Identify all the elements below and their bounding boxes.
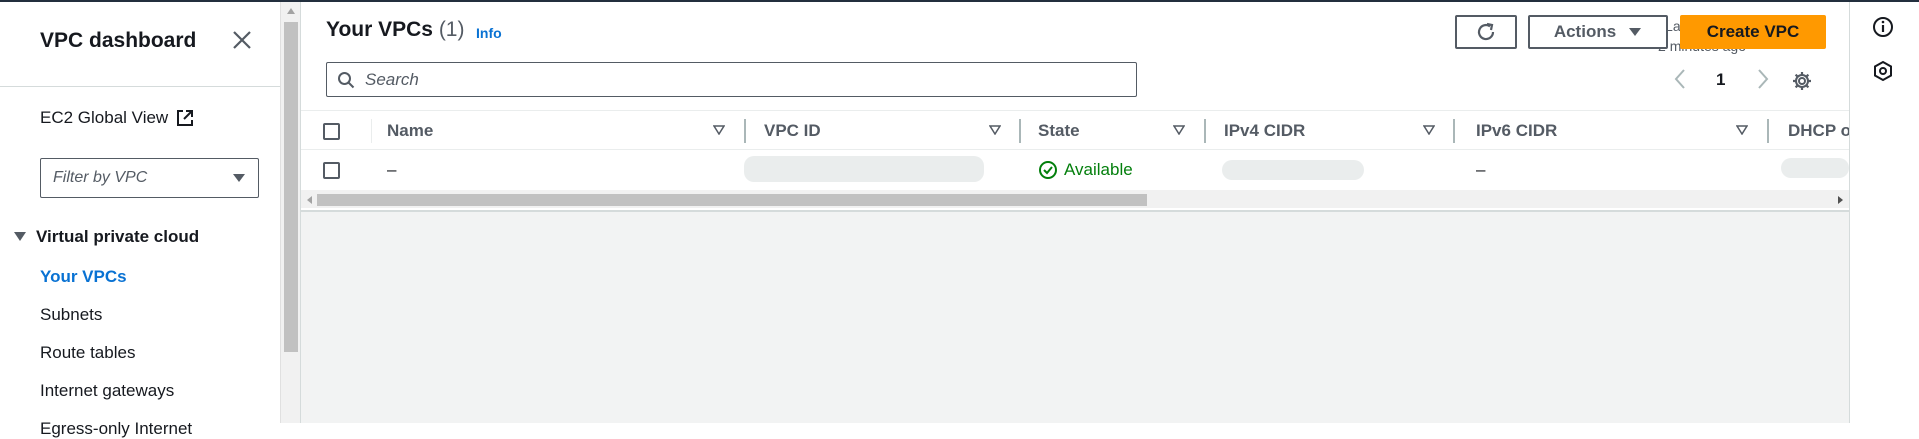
sidebar-item-egress-only-internet[interactable]: Egress-only Internet xyxy=(40,419,192,439)
chevron-right-icon xyxy=(1758,69,1769,89)
vpcs-table-panel: Your VPCs (1) Info Last updated 2 minute… xyxy=(301,2,1849,212)
refresh-button[interactable] xyxy=(1455,15,1517,49)
sort-icon[interactable] xyxy=(989,125,1001,135)
check-circle-icon xyxy=(1039,161,1057,179)
sidebar: VPC dashboard EC2 Global View Filter by … xyxy=(0,2,280,438)
gear-icon xyxy=(1793,72,1811,90)
current-page-number[interactable]: 1 xyxy=(1716,70,1725,90)
scrollbar-thumb[interactable] xyxy=(317,194,1147,206)
sidebar-item-route-tables[interactable]: Route tables xyxy=(40,343,135,363)
column-resizer[interactable] xyxy=(1019,119,1021,143)
column-resizer[interactable] xyxy=(1767,119,1769,143)
select-all-checkbox[interactable] xyxy=(323,122,340,140)
next-page-button[interactable] xyxy=(1756,68,1770,90)
refresh-icon xyxy=(1477,22,1495,41)
column-header-ipv4-cidr[interactable]: IPv4 CIDR xyxy=(1224,111,1305,151)
external-link-icon xyxy=(177,110,194,126)
sidebar-title: VPC dashboard xyxy=(40,29,197,52)
sort-icon[interactable] xyxy=(1736,125,1748,135)
right-tools-rail xyxy=(1849,2,1919,423)
column-header-state[interactable]: State xyxy=(1038,111,1080,151)
filter-by-vpc-placeholder: Filter by VPC xyxy=(53,169,148,186)
column-resizer[interactable] xyxy=(1204,119,1206,143)
create-vpc-button[interactable]: Create VPC xyxy=(1680,15,1826,49)
scroll-up-arrow[interactable] xyxy=(287,8,295,14)
column-resizer[interactable] xyxy=(744,119,746,143)
select-all-cell xyxy=(323,111,340,151)
info-panel-button[interactable] xyxy=(1872,16,1894,43)
cell-ipv6: – xyxy=(1476,160,1486,179)
page-title-text: Your VPCs xyxy=(326,18,433,41)
scroll-right-arrow[interactable] xyxy=(1838,196,1843,204)
column-resizer[interactable] xyxy=(1453,119,1455,143)
page-title: Your VPCs (1) xyxy=(326,18,464,42)
info-icon xyxy=(1873,17,1893,37)
column-divider xyxy=(371,119,372,143)
filter-by-vpc-select[interactable]: Filter by VPC xyxy=(40,158,259,198)
column-header-dhcp[interactable]: DHCP o xyxy=(1788,111,1849,151)
scroll-left-arrow[interactable] xyxy=(307,196,312,204)
column-header-name[interactable]: Name xyxy=(387,111,433,151)
table-header: Name VPC ID State IPv4 CIDR IPv6 CIDR DH… xyxy=(301,110,1849,150)
sidebar-item-your-vpcs[interactable]: Your VPCs xyxy=(40,267,127,287)
caret-down-icon xyxy=(1629,28,1642,36)
chevron-left-icon xyxy=(1674,69,1685,89)
row-checkbox[interactable] xyxy=(323,161,340,179)
scrollbar-thumb[interactable] xyxy=(284,22,298,352)
column-header-ipv6-cidr[interactable]: IPv6 CIDR xyxy=(1476,111,1557,151)
table-preferences-button[interactable] xyxy=(1791,70,1813,97)
hexagon-icon xyxy=(1874,60,1892,82)
info-link[interactable]: Info xyxy=(476,25,502,41)
table-row[interactable]: – Available – xyxy=(301,150,1849,190)
sidebar-section-virtual-private-cloud[interactable]: Virtual private cloud xyxy=(14,227,199,247)
cell-name: – xyxy=(387,160,397,179)
search-box[interactable] xyxy=(326,62,1137,97)
sidebar-item-subnets[interactable]: Subnets xyxy=(40,305,102,325)
table-horizontal-scrollbar[interactable] xyxy=(301,190,1849,208)
caret-down-icon xyxy=(233,174,245,182)
help-panel-button[interactable] xyxy=(1872,60,1894,87)
column-header-vpc-id[interactable]: VPC ID xyxy=(764,111,821,151)
row-select-cell xyxy=(323,150,340,190)
main-content: Your VPCs (1) Info Last updated 2 minute… xyxy=(300,2,1849,423)
actions-button[interactable]: Actions xyxy=(1528,15,1668,49)
cell-state: Available xyxy=(1038,150,1133,190)
sidebar-section-label: Virtual private cloud xyxy=(36,227,200,246)
sidebar-item-internet-gateways[interactable]: Internet gateways xyxy=(40,381,174,401)
ec2-global-view-label: EC2 Global View xyxy=(40,108,169,127)
redacted-dhcp xyxy=(1781,158,1849,178)
redacted-vpc-id xyxy=(744,156,984,182)
vpc-count: (1) xyxy=(438,18,465,41)
actions-label: Actions xyxy=(1553,22,1617,41)
sort-icon[interactable] xyxy=(1173,125,1185,135)
caret-down-icon xyxy=(14,232,26,241)
state-label: Available xyxy=(1064,160,1133,179)
sort-icon[interactable] xyxy=(1423,125,1435,135)
ec2-global-view-link[interactable]: EC2 Global View xyxy=(40,108,194,128)
close-icon[interactable] xyxy=(230,28,254,52)
sidebar-divider xyxy=(0,86,280,87)
sidebar-scrollbar[interactable] xyxy=(280,2,300,423)
sort-icon[interactable] xyxy=(713,125,725,135)
previous-page-button[interactable] xyxy=(1673,68,1687,90)
search-input[interactable] xyxy=(365,69,1125,90)
search-icon xyxy=(338,71,355,88)
redacted-ipv4-cidr xyxy=(1222,160,1364,180)
